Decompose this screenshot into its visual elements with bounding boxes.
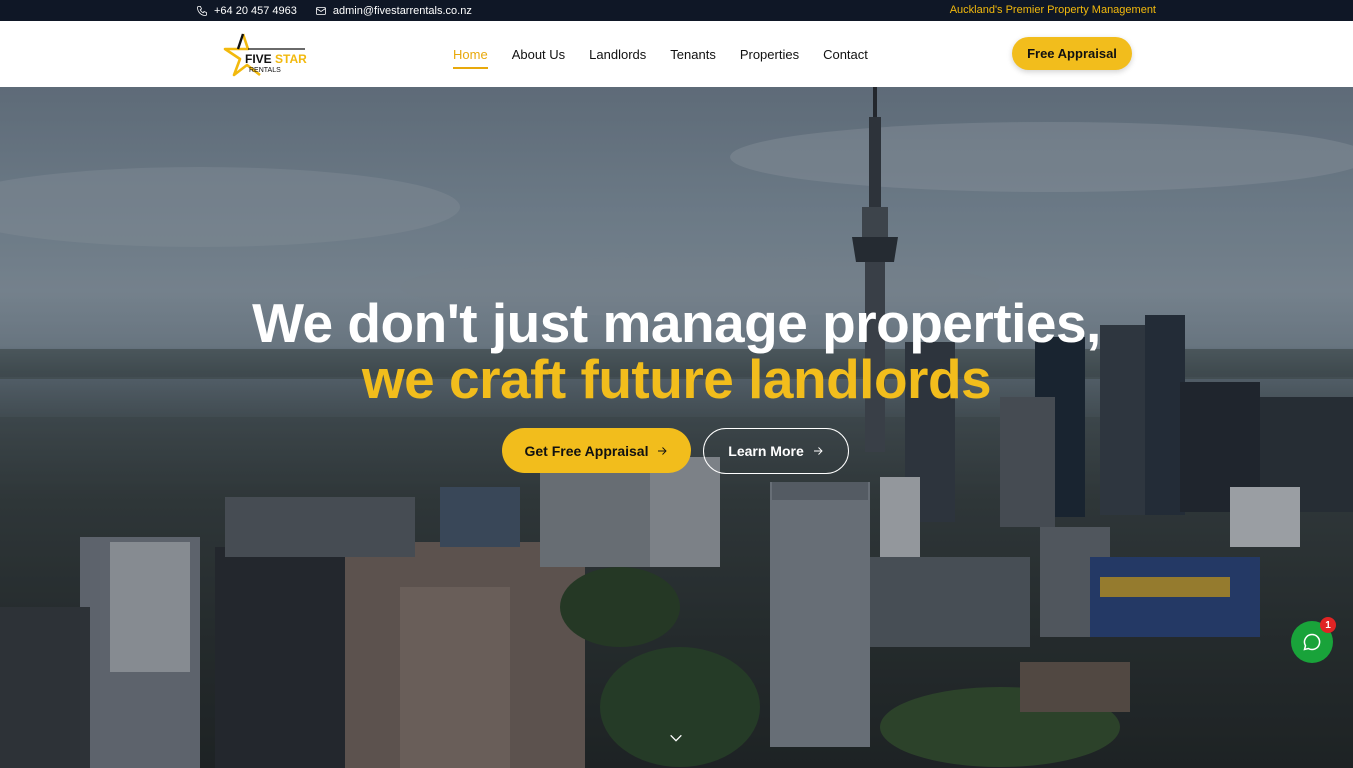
top-bar: +64 20 457 4963 admin@fivestarrentals.co…	[0, 0, 1353, 21]
get-free-appraisal-button[interactable]: Get Free Appraisal	[502, 428, 691, 473]
nav-about-us[interactable]: About Us	[512, 43, 565, 66]
phone-icon	[197, 5, 207, 16]
nav-home[interactable]: Home	[453, 43, 488, 69]
logo[interactable]: FIVE STAR RENTALS	[221, 32, 311, 78]
phone-number: +64 20 457 4963	[214, 4, 297, 17]
svg-text:RENTALS: RENTALS	[249, 67, 281, 74]
hero-headline: We don't just manage properties, we craf…	[0, 295, 1353, 407]
svg-text:FIVE: FIVE	[245, 52, 272, 66]
phone-link[interactable]: +64 20 457 4963	[196, 5, 297, 17]
learn-more-label: Learn More	[728, 443, 804, 459]
chevron-down-icon[interactable]	[668, 730, 684, 746]
contact-info: +64 20 457 4963 admin@fivestarrentals.co…	[196, 0, 472, 21]
mail-icon	[315, 6, 326, 15]
tagline: Auckland's Premier Property Management	[949, 4, 1156, 16]
hero-overlay	[0, 87, 1353, 768]
site-header: FIVE STAR RENTALS Home About Us Landlord…	[0, 21, 1353, 87]
nav-tenants[interactable]: Tenants	[670, 43, 716, 66]
chat-icon	[1303, 633, 1321, 651]
headline-line-2: we craft future landlords	[361, 348, 992, 410]
nav-contact[interactable]: Contact	[823, 43, 868, 66]
logo-star-icon: FIVE STAR RENTALS	[223, 33, 307, 77]
nav-properties[interactable]: Properties	[740, 43, 799, 66]
email-address: admin@fivestarrentals.co.nz	[332, 4, 472, 17]
svg-text:STAR: STAR	[275, 52, 307, 66]
free-appraisal-button[interactable]: Free Appraisal	[1012, 37, 1132, 70]
learn-more-button[interactable]: Learn More	[703, 428, 849, 474]
arrow-right-icon	[658, 446, 668, 455]
headline-line-1: We don't just manage properties,	[252, 292, 1101, 354]
hero-section: We don't just manage properties, we craf…	[0, 87, 1353, 768]
get-free-appraisal-label: Get Free Appraisal	[524, 442, 649, 459]
nav-landlords[interactable]: Landlords	[589, 43, 646, 66]
chat-notification-badge: 1	[1320, 617, 1336, 633]
arrow-right-icon	[813, 447, 823, 455]
main-nav: Home About Us Landlords Tenants Properti…	[453, 21, 868, 87]
email-link[interactable]: admin@fivestarrentals.co.nz	[315, 5, 472, 17]
